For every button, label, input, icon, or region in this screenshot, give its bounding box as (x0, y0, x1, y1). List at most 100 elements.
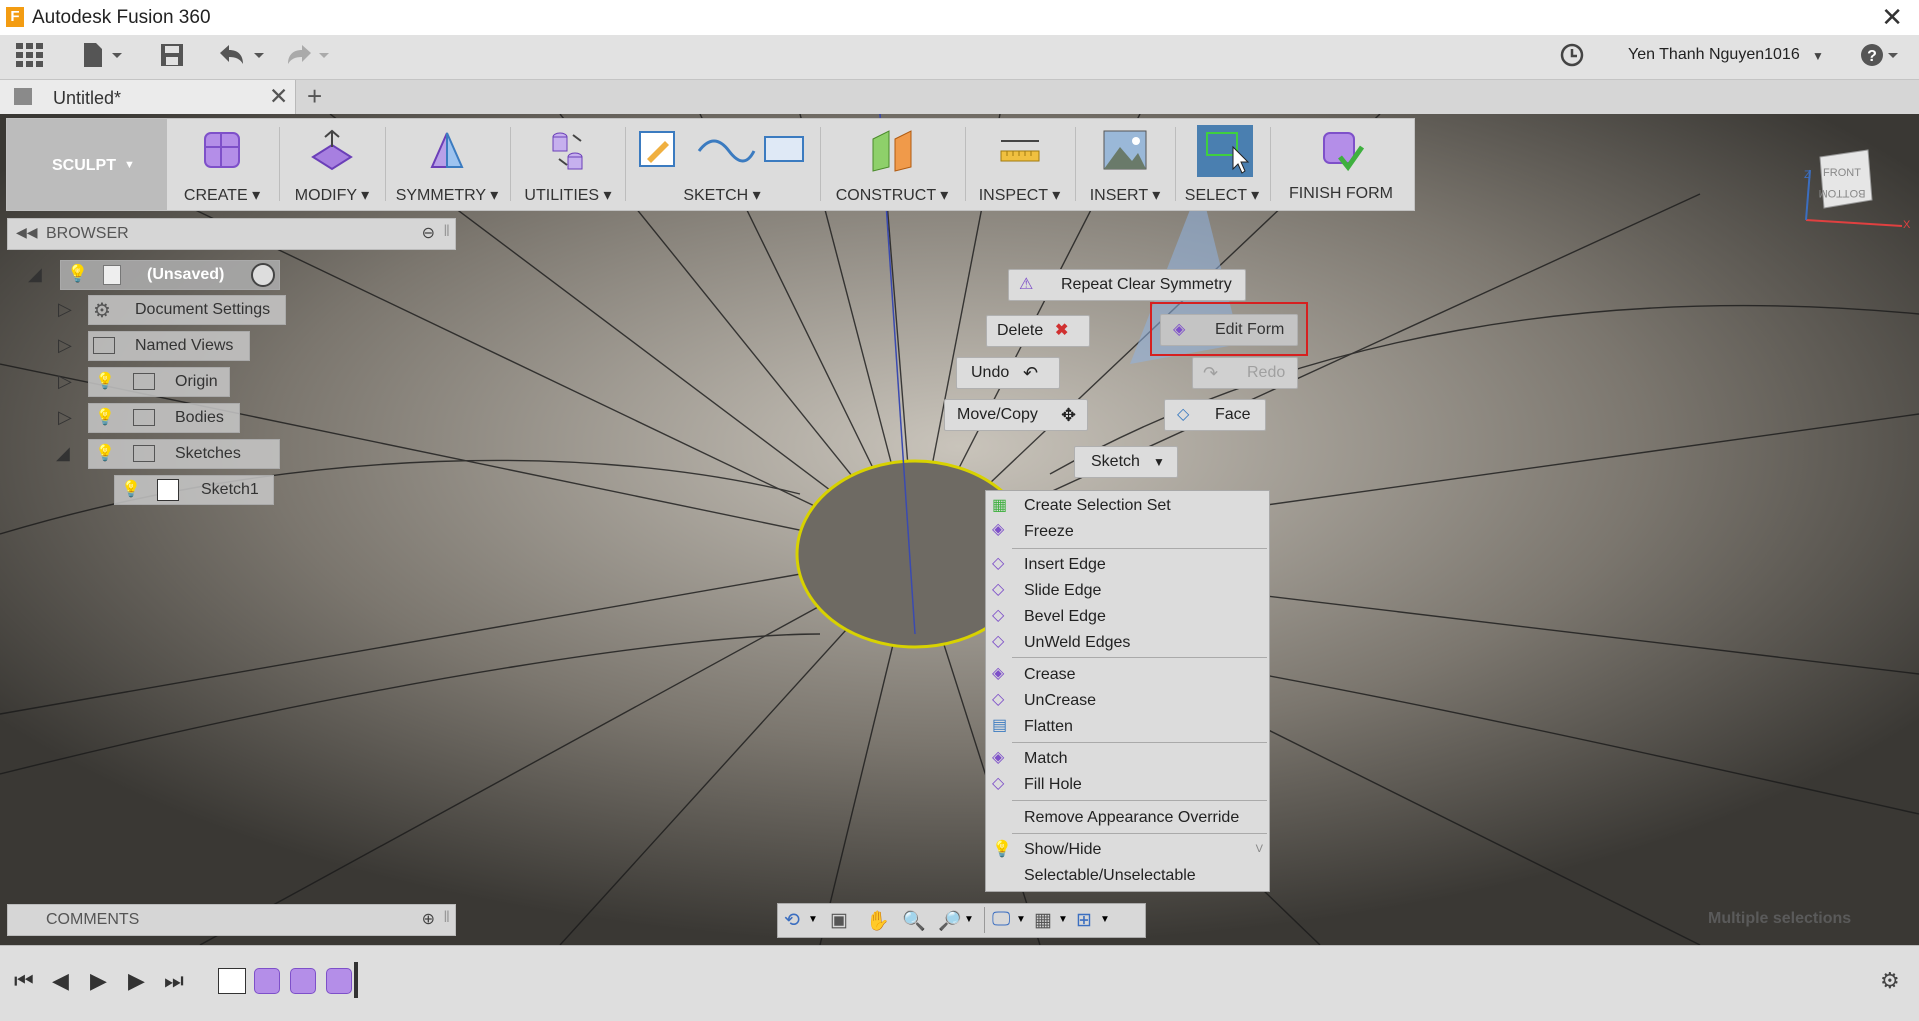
menu-item-crease[interactable]: Crease (1024, 666, 1076, 684)
create-menu[interactable]: CREATE ▾ (167, 127, 277, 205)
save-icon[interactable] (160, 43, 184, 73)
symmetry-menu[interactable]: SYMMETRY ▾ (387, 127, 507, 205)
workspace-switcher[interactable]: SCULPT ▼ (7, 119, 167, 210)
viewports-icon[interactable]: ⊞ (1076, 909, 1092, 932)
lightbulb-off-icon[interactable]: 💡 (95, 371, 115, 391)
panel-grip-icon[interactable]: ‖ (443, 909, 450, 927)
menu-item-show-hide[interactable]: Show/Hide (1024, 841, 1101, 859)
expand-arrow-icon[interactable]: ▷ (58, 407, 72, 428)
viewcube[interactable]: FRONT BOTTOM X Z (1790, 142, 1911, 237)
menu-item-selectable-unselectable[interactable]: Selectable/Unselectable (1024, 867, 1196, 885)
modify-menu[interactable]: MODIFY ▾ (282, 127, 382, 205)
chevron-down-icon[interactable]: ▼ (964, 914, 974, 925)
browser-root-node[interactable]: 💡 (Unsaved) (60, 260, 280, 290)
select-menu[interactable]: SELECT ▾ (1177, 119, 1267, 205)
sketch-dropdown-button[interactable]: Sketch ▼ (1074, 446, 1178, 478)
redo-icon[interactable] (283, 43, 333, 73)
panel-grip-icon[interactable]: ‖ (443, 223, 450, 241)
go-to-end-icon[interactable]: ⏭ (164, 968, 184, 994)
activate-radio-icon[interactable] (251, 263, 275, 287)
chevron-down-icon[interactable]: ▼ (1016, 914, 1026, 925)
menu-item-flatten[interactable]: Flatten (1024, 718, 1073, 736)
tab-untitled[interactable]: Untitled* ✕ (0, 80, 296, 114)
undo-icon[interactable] (218, 43, 268, 73)
user-account-menu[interactable]: Yen Thanh Nguyen1016 (1628, 46, 1800, 64)
timeline-form-icon[interactable] (254, 968, 280, 994)
menu-item-insert-edge[interactable]: Insert Edge (1024, 556, 1106, 574)
finish-form-button[interactable]: FINISH FORM (1272, 127, 1410, 205)
browser-item-sketch1[interactable]: 💡 Sketch1 (114, 475, 274, 505)
chevron-down-icon[interactable]: ▼ (1100, 914, 1110, 925)
timeline-form-icon[interactable] (326, 968, 352, 994)
face-button[interactable]: ◇ Face (1164, 399, 1266, 431)
tab-close-icon[interactable]: ✕ (269, 83, 288, 110)
timeline-marker[interactable] (354, 962, 358, 998)
navigation-bar: ⟲ ▼ ▣ ✋ 🔍 🔎 ▼ 🖵 ▼ ▦ ▼ ⊞ ▼ (777, 903, 1146, 938)
menu-item-match[interactable]: Match (1024, 750, 1068, 768)
user-chevron-down-icon[interactable]: ▼ (1812, 49, 1824, 63)
timeline-settings-gear-icon[interactable]: ⚙ (1880, 968, 1900, 994)
collapse-arrows-icon[interactable]: ◀◀ (16, 224, 38, 241)
redo-button[interactable]: ↷ Redo (1192, 357, 1298, 389)
lightbulb-off-icon[interactable]: 💡 (121, 479, 141, 499)
lightbulb-icon[interactable]: 💡 (95, 407, 115, 427)
play-icon[interactable]: ▶ (90, 968, 107, 994)
browser-item-origin[interactable]: 💡 Origin (88, 367, 230, 397)
browser-item-named-views[interactable]: Named Views (88, 331, 250, 361)
edit-form-button[interactable]: ◈ Edit Form (1160, 314, 1298, 346)
menu-item-unweld-edges[interactable]: UnWeld Edges (1024, 634, 1130, 652)
expand-arrow-icon[interactable]: ▷ (58, 371, 72, 392)
construct-menu[interactable]: CONSTRUCT ▾ (822, 127, 962, 205)
timeline-sketch-icon[interactable] (218, 968, 246, 994)
edit-form-icon: ◈ (1173, 321, 1186, 338)
menu-item-uncrease[interactable]: UnCrease (1024, 692, 1096, 710)
chevron-down-icon[interactable]: ▼ (1058, 914, 1068, 925)
menu-item-remove-appearance-override[interactable]: Remove Appearance Override (1024, 809, 1239, 827)
insert-menu[interactable]: INSERT ▾ (1077, 127, 1173, 205)
grid-icon[interactable]: ▦ (1034, 909, 1052, 932)
file-menu-icon[interactable] (82, 43, 124, 73)
orbit-icon[interactable]: ⟲ (784, 909, 800, 932)
data-panel-grid-icon[interactable] (16, 43, 44, 73)
chevron-down-icon[interactable]: ▼ (808, 914, 818, 925)
step-back-icon[interactable]: ◀ (52, 968, 69, 994)
menu-item-slide-edge[interactable]: Slide Edge (1024, 582, 1101, 600)
add-comment-icon[interactable]: ⊕ (422, 909, 435, 929)
go-to-start-icon[interactable]: ⏮ (14, 968, 34, 994)
collapse-arrow-icon[interactable]: ◢ (28, 264, 42, 285)
expand-arrow-icon[interactable]: ▷ (58, 335, 72, 356)
sketch-menu[interactable]: SKETCH ▾ (627, 127, 817, 205)
comments-panel-header[interactable]: COMMENTS ⊕ ‖ (7, 904, 456, 936)
inspect-menu[interactable]: INSPECT ▾ (967, 127, 1072, 205)
browser-title: BROWSER (46, 225, 129, 242)
browser-minimize-icon[interactable]: ⊖ (422, 223, 435, 243)
job-status-clock-icon[interactable] (1560, 43, 1584, 73)
display-settings-icon[interactable]: 🖵 (992, 909, 1010, 931)
lightbulb-icon[interactable]: 💡 (95, 443, 115, 463)
repeat-clear-symmetry-button[interactable]: ⚠ Repeat Clear Symmetry (1008, 269, 1246, 301)
expand-arrow-icon[interactable]: ▷ (58, 299, 72, 320)
browser-item-sketches[interactable]: 💡 Sketches (88, 439, 280, 469)
lightbulb-icon[interactable]: 💡 (67, 264, 88, 284)
help-icon[interactable]: ? (1860, 43, 1900, 73)
menu-item-bevel-edge[interactable]: Bevel Edge (1024, 608, 1106, 626)
browser-panel-header[interactable]: ◀◀ BROWSER ⊖ ‖ (7, 218, 456, 250)
collapse-arrow-icon[interactable]: ◢ (56, 443, 70, 464)
browser-item-document-settings[interactable]: ⚙ Document Settings (88, 295, 286, 325)
step-forward-icon[interactable]: ▶ (128, 968, 145, 994)
utilities-menu[interactable]: UTILITIES ▾ (513, 127, 623, 205)
zoom-window-icon[interactable]: 🔎 (938, 909, 962, 933)
undo-button[interactable]: Undo ↶ (956, 357, 1060, 389)
menu-item-create-selection-set[interactable]: Create Selection Set (1024, 497, 1171, 515)
delete-button[interactable]: Delete ✖ (986, 315, 1090, 347)
pan-hand-icon[interactable]: ✋ (866, 909, 890, 933)
new-tab-plus-icon[interactable]: + (307, 81, 322, 112)
menu-item-fill-hole[interactable]: Fill Hole (1024, 776, 1082, 794)
timeline-form-icon[interactable] (290, 968, 316, 994)
zoom-icon[interactable]: 🔍 (902, 909, 926, 933)
menu-item-freeze[interactable]: Freeze (1024, 523, 1074, 541)
look-at-icon[interactable]: ▣ (830, 909, 848, 932)
browser-item-bodies[interactable]: 💡 Bodies (88, 403, 240, 433)
window-close-icon[interactable]: ✕ (1881, 2, 1903, 33)
move-copy-button[interactable]: Move/Copy ✥ (944, 399, 1088, 431)
